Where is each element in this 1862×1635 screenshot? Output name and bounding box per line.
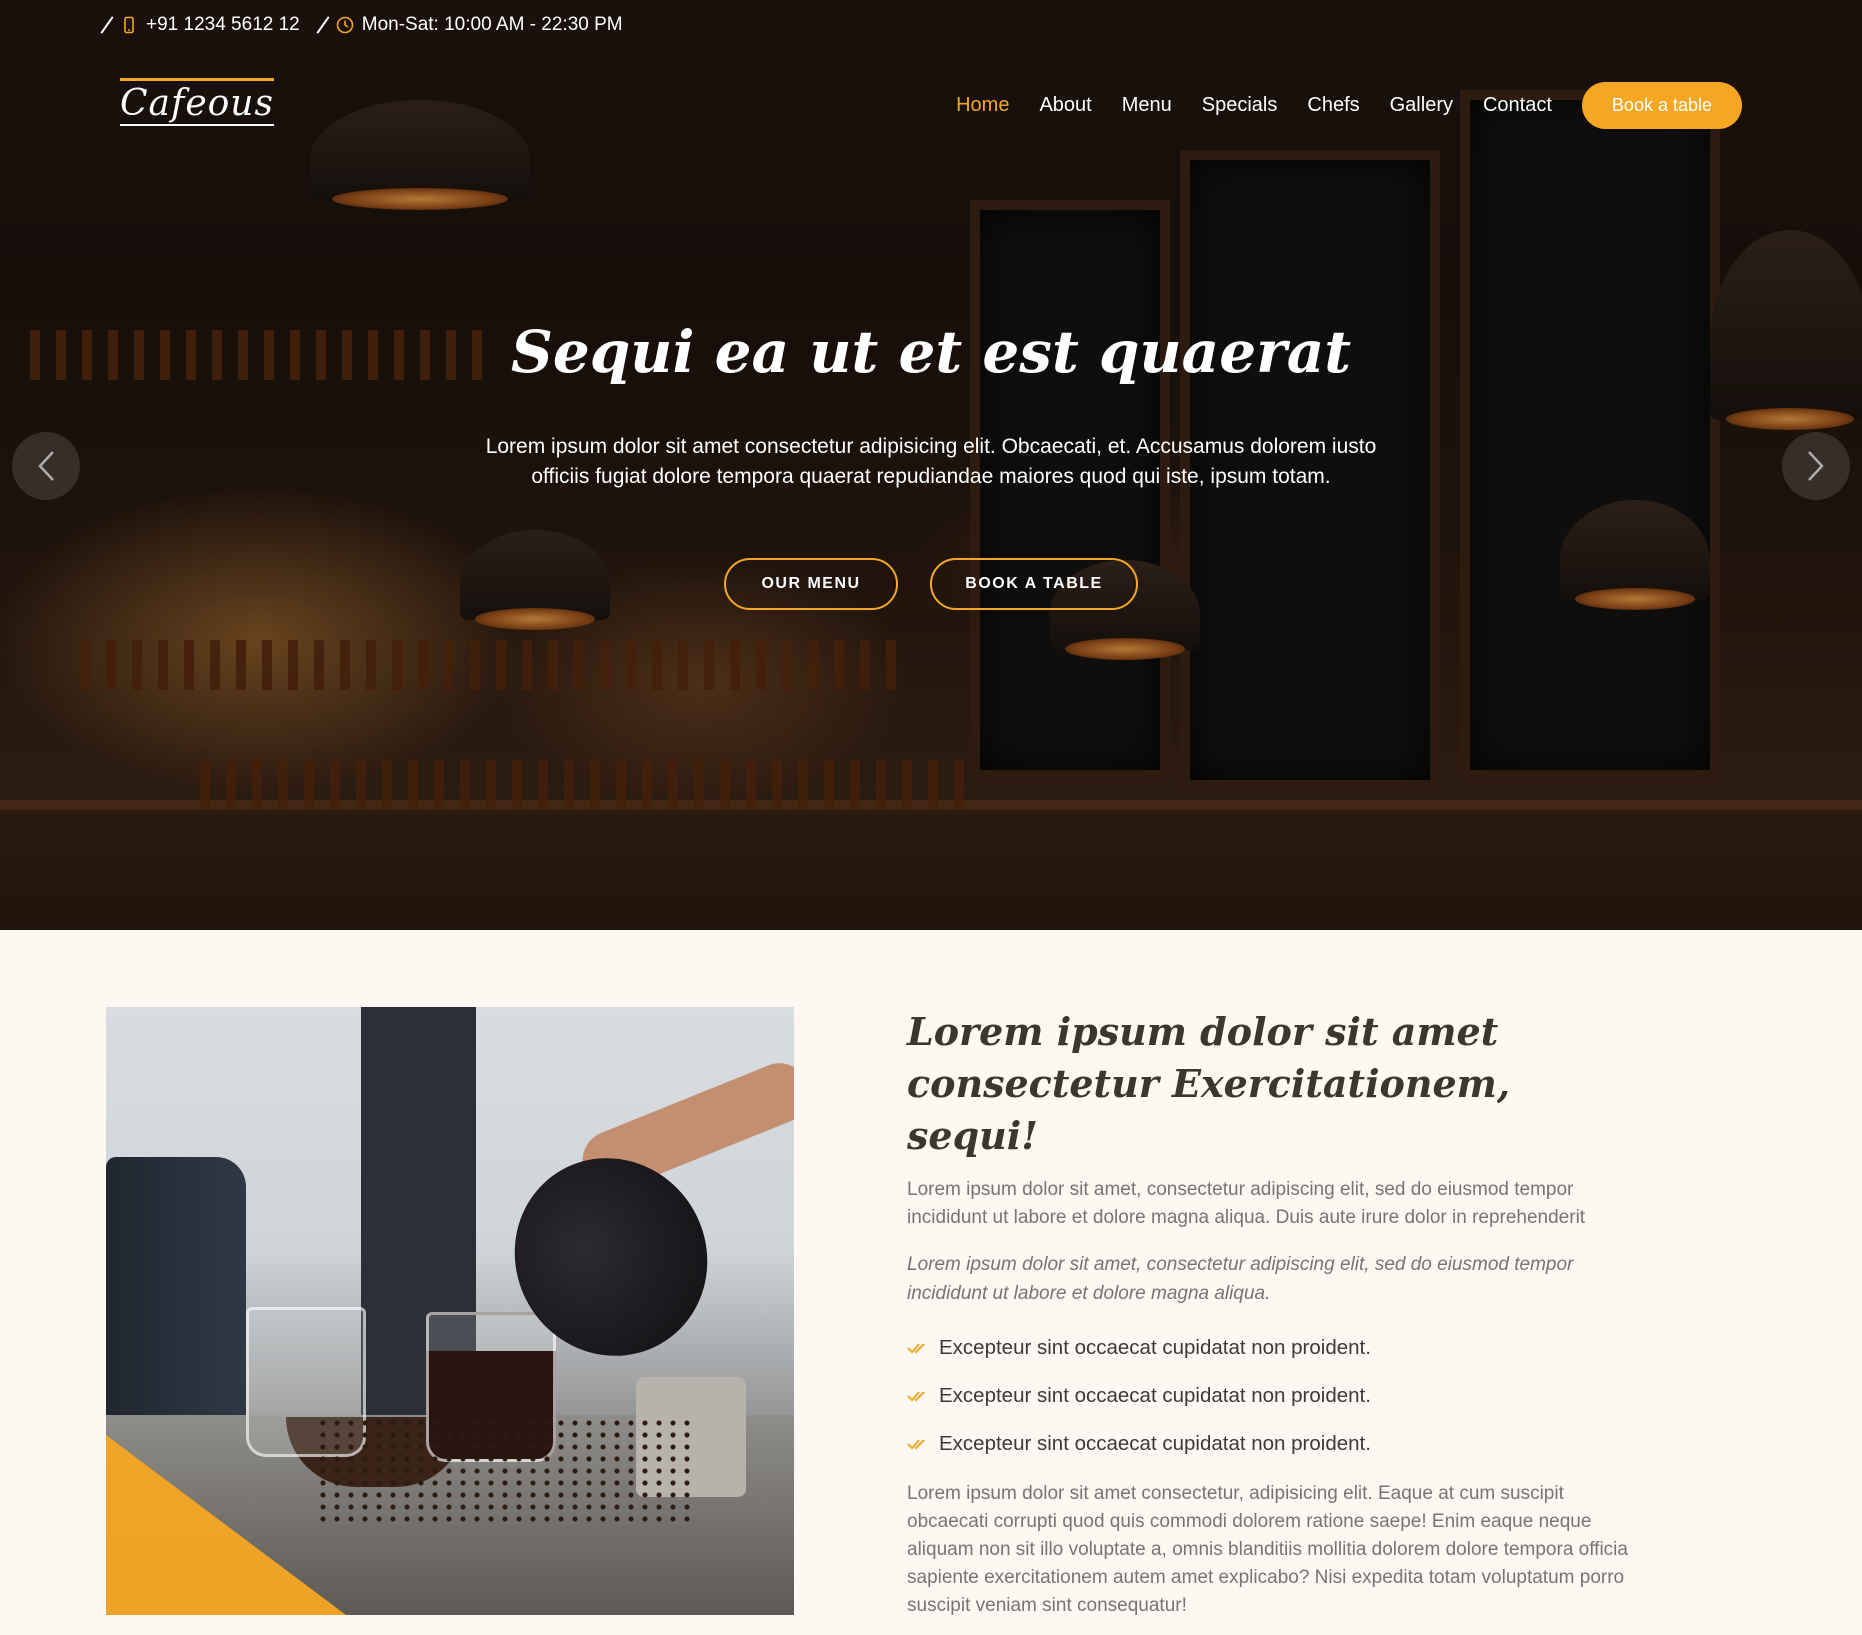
logo-text: Cafeous	[120, 83, 274, 126]
opening-hours: Mon-Sat: 10:00 AM - 22:30 PM	[361, 14, 623, 35]
site-logo[interactable]: Cafeous	[120, 78, 274, 126]
about-heading: Lorem ipsum dolor sit amet consectetur E…	[907, 1009, 1511, 1158]
nav-gallery[interactable]: Gallery	[1390, 94, 1453, 117]
divider	[316, 16, 330, 34]
list-item-text: Excepteur sint occaecat cupidatat non pr…	[939, 1384, 1371, 1407]
about-content: Lorem ipsum dolor sit amet consectetur E…	[907, 1006, 1637, 1620]
book-table-button[interactable]: Book a table	[1581, 82, 1742, 129]
about-italic: Lorem ipsum dolor sit amet, consectetur …	[907, 1254, 1574, 1304]
nav-contact[interactable]: Contact	[1483, 94, 1552, 117]
chevron-right-icon	[1808, 451, 1824, 481]
about-image	[106, 1007, 794, 1615]
phone-info: +91 1234 5612 12	[100, 14, 300, 36]
phone-number[interactable]: +91 1234 5612 12	[146, 14, 300, 36]
chevron-left-icon	[38, 451, 54, 481]
accent-triangle	[106, 1435, 346, 1615]
hero-title: Sequi ea ut et est quaerat	[510, 318, 1352, 386]
about-lead: Lorem ipsum dolor sit amet, consectetur …	[907, 1179, 1586, 1228]
list-item-text: Excepteur sint occaecat cupidatat non pr…	[939, 1432, 1371, 1455]
about-body: Lorem ipsum dolor sit amet consectetur, …	[907, 1483, 1628, 1616]
phone-icon	[124, 16, 134, 34]
book-a-table-button[interactable]: BOOK A TABLE	[930, 558, 1138, 610]
hours-info: Mon-Sat: 10:00 AM - 22:30 PM	[316, 14, 623, 36]
our-menu-button[interactable]: OUR MENU	[724, 558, 898, 610]
hero-section: +91 1234 5612 12 Mon-Sat: 10:00 AM - 22:…	[0, 0, 1862, 930]
about-checklist: Excepteur sint occaecat cupidatat non pr…	[907, 1324, 1637, 1468]
nav-home[interactable]: Home	[956, 94, 1009, 117]
nav-about[interactable]: About	[1039, 94, 1091, 117]
list-item-text: Excepteur sint occaecat cupidatat non pr…	[939, 1336, 1371, 1359]
nav-specials[interactable]: Specials	[1202, 94, 1278, 117]
hero-description: Lorem ipsum dolor sit amet consectetur a…	[485, 435, 1377, 488]
clock-icon	[336, 16, 354, 34]
double-check-icon	[907, 1439, 925, 1450]
double-check-icon	[907, 1391, 925, 1402]
list-item: Excepteur sint occaecat cupidatat non pr…	[907, 1420, 1637, 1468]
main-nav: Home About Menu Specials Chefs Gallery C…	[956, 82, 1742, 129]
hero-buttons: OUR MENU BOOK A TABLE	[0, 558, 1862, 610]
list-item: Excepteur sint occaecat cupidatat non pr…	[907, 1372, 1637, 1420]
list-item: Excepteur sint occaecat cupidatat non pr…	[907, 1324, 1637, 1372]
coffee-beans-shape	[316, 1417, 696, 1527]
carousel-next-button[interactable]	[1782, 432, 1850, 500]
top-info-bar: +91 1234 5612 12 Mon-Sat: 10:00 AM - 22:…	[100, 14, 623, 36]
carousel-prev-button[interactable]	[12, 432, 80, 500]
nav-menu[interactable]: Menu	[1122, 94, 1172, 117]
double-check-icon	[907, 1343, 925, 1354]
nav-chefs[interactable]: Chefs	[1307, 94, 1359, 117]
